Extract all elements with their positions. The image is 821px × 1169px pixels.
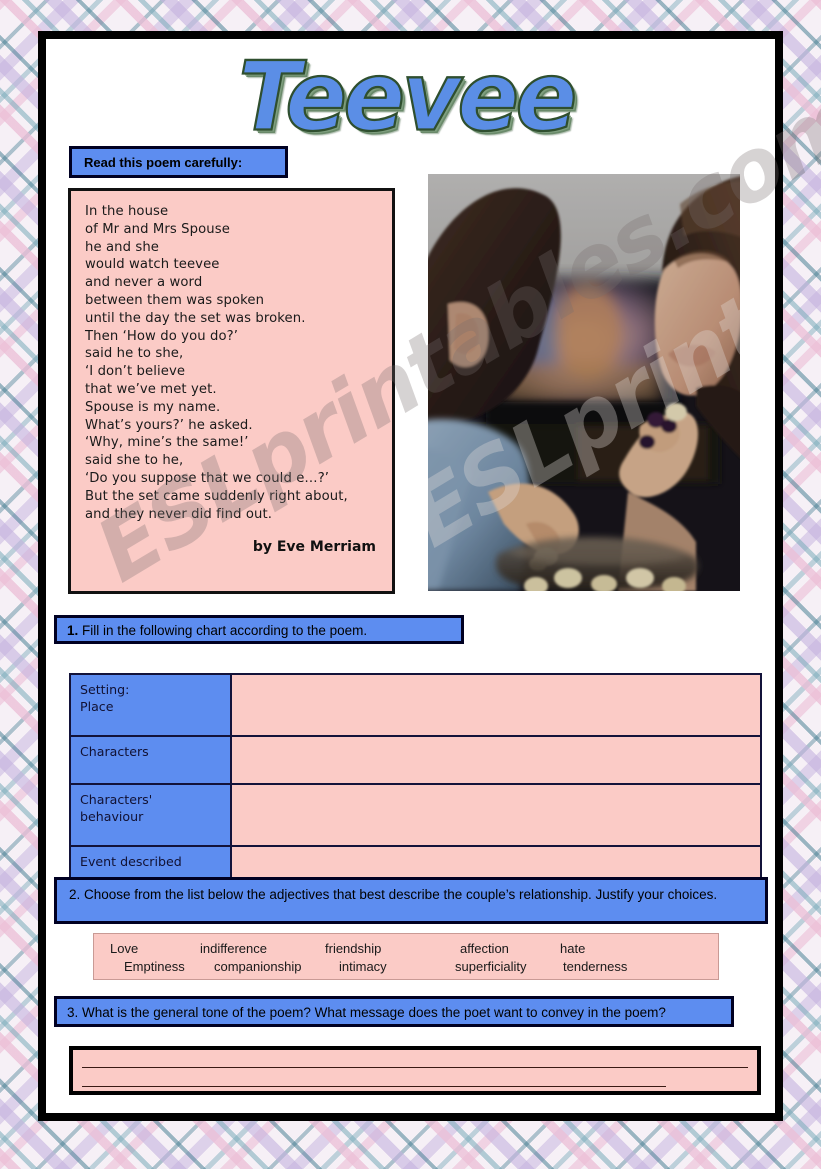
adjectives-word-bank: Love indifference friendship affection h… [93, 933, 719, 980]
word-superficiality[interactable]: superficiality [455, 958, 563, 976]
word-tenderness[interactable]: tenderness [563, 958, 627, 976]
task-3-instruction-bar: 3. What is the general tone of the poem?… [54, 996, 734, 1027]
task-1-number: 1. [67, 623, 79, 638]
poem-text: In the house of Mr and Mrs Spouse he and… [85, 204, 348, 522]
task-3-label: 3. What is the general tone of the poem?… [67, 1005, 666, 1020]
task-1-label: Fill in the following chart according to… [82, 623, 368, 638]
poem-analysis-chart: Setting: Place Characters Characters' be… [69, 673, 762, 895]
word-emptiness[interactable]: Emptiness [124, 958, 214, 976]
page-title: Teevee [46, 41, 775, 154]
worksheet-title-text: Teevee [237, 41, 578, 154]
chart-label-behaviour: Characters' behaviour [69, 783, 232, 847]
chart-label-characters: Characters [69, 735, 232, 785]
task-2-label: 2. Choose from the list below the adject… [69, 887, 718, 902]
table-row: Characters [69, 735, 762, 785]
word-indifference[interactable]: indifference [200, 940, 325, 958]
task-3-answer-box[interactable] [69, 1046, 761, 1095]
read-poem-instruction-bar: Read this poem carefully: [69, 146, 288, 178]
word-intimacy[interactable]: intimacy [339, 958, 455, 976]
answer-rule-2 [82, 1086, 666, 1087]
word-friendship[interactable]: friendship [325, 940, 460, 958]
word-hate[interactable]: hate [560, 940, 585, 958]
chart-answer-characters[interactable] [230, 735, 762, 785]
answer-rule-1 [82, 1067, 748, 1068]
read-poem-label: Read this poem carefully: [84, 155, 243, 170]
chart-label-setting: Setting: Place [69, 673, 232, 737]
table-row: Setting: Place [69, 673, 762, 737]
word-bank-row-1: Love indifference friendship affection h… [110, 940, 702, 958]
table-row: Characters' behaviour [69, 783, 762, 847]
couple-watching-tv-photo: ESLprintables.com [428, 174, 740, 591]
poem-author: by Eve Merriam [252, 539, 376, 555]
chart-answer-setting[interactable] [230, 673, 762, 737]
chart-answer-behaviour[interactable] [230, 783, 762, 847]
task-1-instruction-bar: 1. Fill in the following chart according… [54, 615, 464, 644]
word-companionship[interactable]: companionship [214, 958, 339, 976]
word-bank-row-2: Emptiness companionship intimacy superfi… [110, 958, 702, 976]
word-love[interactable]: Love [110, 940, 200, 958]
task-2-instruction-bar: 2. Choose from the list below the adject… [54, 877, 768, 924]
worksheet-page: Teevee Read this poem carefully: In the … [38, 31, 821, 1121]
poem-box: In the house of Mr and Mrs Spouse he and… [68, 188, 395, 594]
word-affection[interactable]: affection [460, 940, 560, 958]
